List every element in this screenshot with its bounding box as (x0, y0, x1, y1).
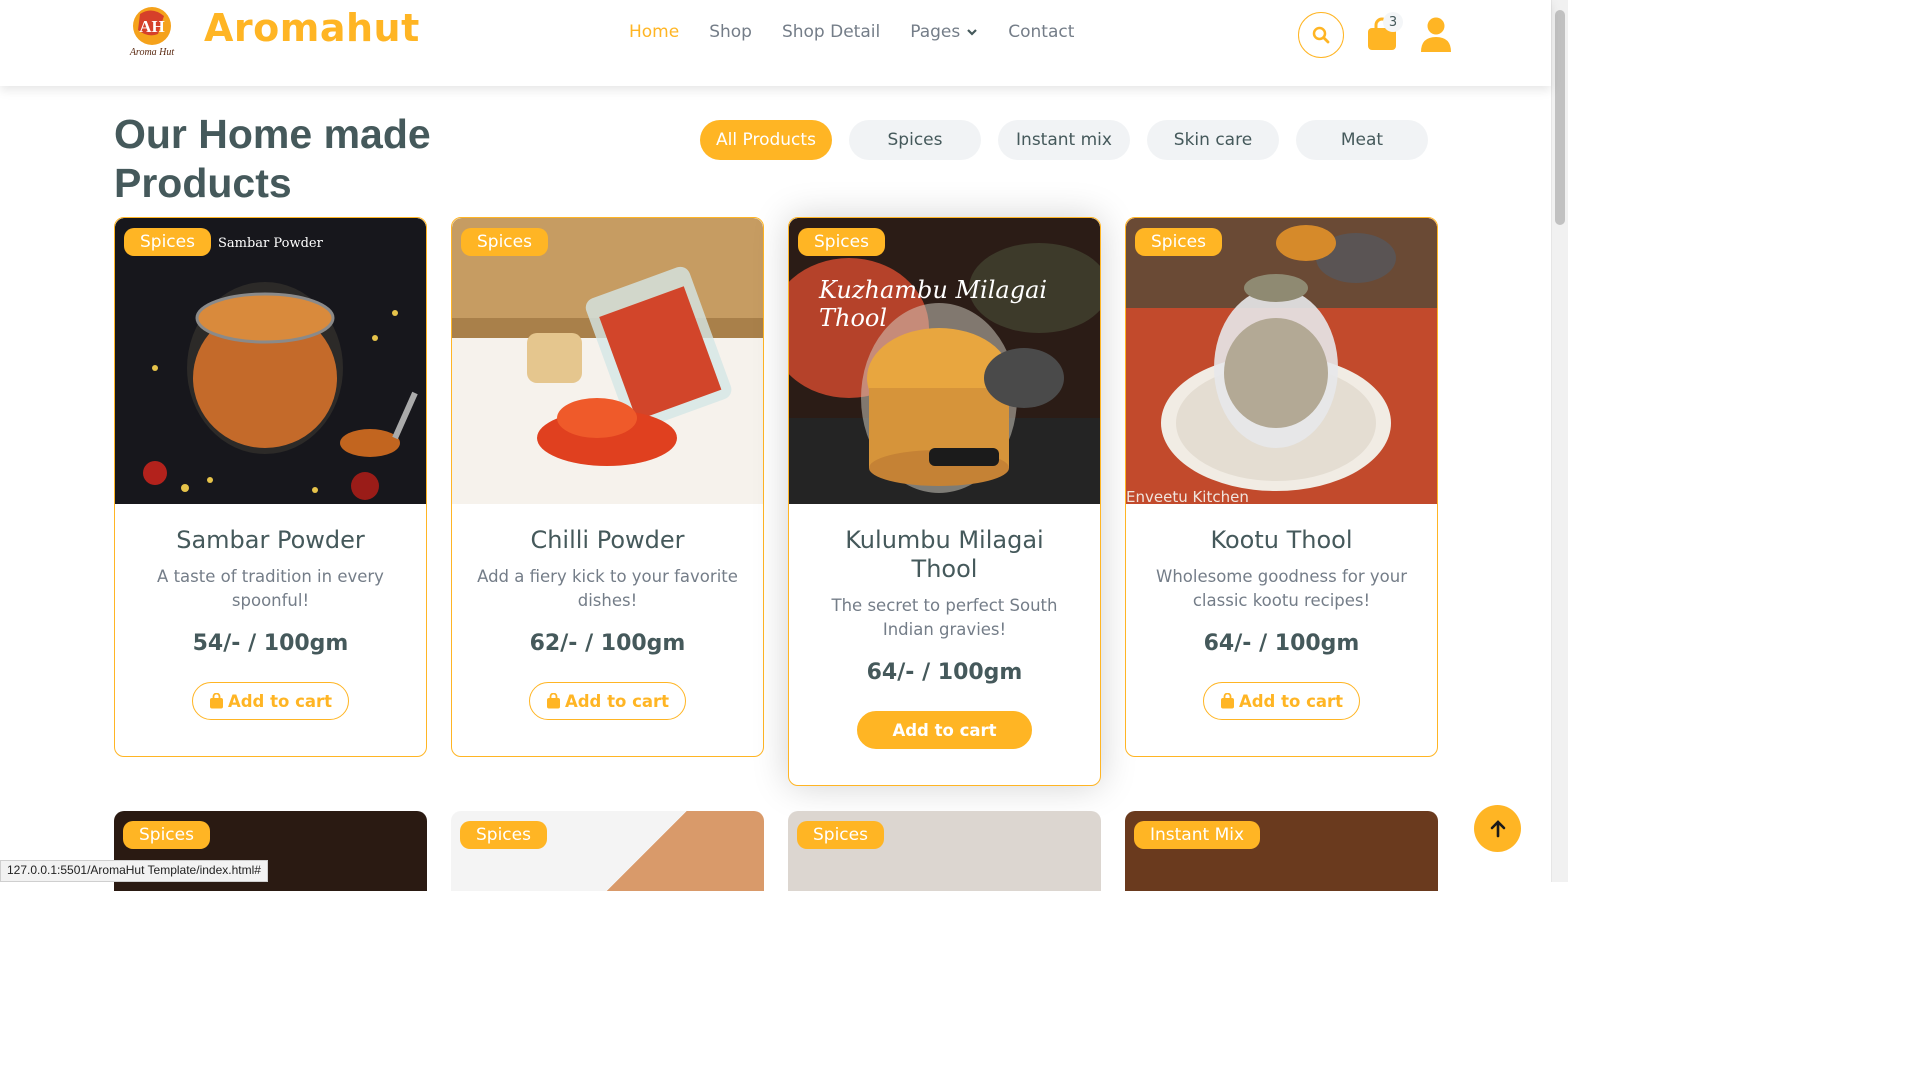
product-description: Wholesome goodness for your classic koot… (1156, 567, 1407, 610)
svg-text:Aroma Hut: Aroma Hut (129, 47, 175, 58)
tab-spices[interactable]: Spices (849, 120, 981, 160)
image-caption: Kuzhambu Milagai Thool (819, 276, 1048, 332)
search-icon (1312, 26, 1330, 44)
brand-name[interactable]: Aromahut (204, 6, 420, 50)
back-to-top-button[interactable] (1474, 805, 1521, 852)
product-card[interactable]: Spices (451, 811, 764, 891)
product-price: 54/- / 100gm (192, 631, 349, 656)
product-card[interactable]: Instant Mix (1125, 811, 1438, 891)
add-to-cart-label: Add to cart (227, 691, 333, 711)
product-card[interactable]: Spices Chilli Powder Add a fiery kick to… (451, 217, 764, 757)
nav-home[interactable]: Home (629, 22, 679, 42)
shopping-bag-icon (546, 693, 560, 709)
product-description: The secret to perfect South Indian gravi… (831, 596, 1058, 639)
nav-shop-detail[interactable]: Shop Detail (782, 22, 880, 42)
image-caption: Sambar Powder (218, 236, 323, 251)
add-to-cart-label: Add to cart (1238, 691, 1344, 711)
category-badge: Instant Mix (1134, 821, 1261, 849)
nav-contact-label: Contact (1008, 22, 1075, 42)
tab-instant-mix[interactable]: Instant mix (998, 120, 1130, 160)
product-card[interactable]: Spices (788, 811, 1101, 891)
nav-home-label: Home (629, 22, 680, 42)
product-price: 62/- / 100gm (529, 631, 686, 656)
chilli-powder-jar-image (452, 218, 763, 504)
product-image: Spices Sambar Powder (115, 218, 426, 504)
add-to-cart-button[interactable]: Add to cart (528, 682, 687, 720)
kulumbu-milagai-thool-jar-image (789, 218, 1100, 504)
category-badge: Spices (123, 821, 210, 849)
product-price: 64/- / 100gm (866, 660, 1023, 685)
category-badge: Spices (798, 228, 885, 256)
product-description: Add a fiery kick to your favorite dishes… (477, 567, 738, 610)
add-to-cart-label: Add to cart (564, 691, 670, 711)
product-card[interactable]: Spices Kuzhambu Milagai Thool Kulumbu Mi… (788, 217, 1101, 786)
nav-pages[interactable]: Pages (910, 22, 978, 42)
product-filter-tabs: All Products Spices Instant mix Skin car… (700, 120, 1428, 160)
product-name: Kootu Thool (1210, 526, 1353, 554)
arrow-up-icon (1490, 819, 1505, 837)
aromahut-logo[interactable]: AH Aroma Hut (118, 4, 182, 58)
category-badge: Spices (124, 228, 211, 256)
nav-pages-label: Pages (910, 22, 961, 42)
product-card-body: Chilli Powder Add a fiery kick to your f… (452, 504, 763, 720)
category-badge: Spices (460, 821, 547, 849)
chevron-down-icon (967, 29, 978, 36)
product-description: A taste of tradition in every spoonful! (157, 567, 384, 610)
product-card-body: Sambar Powder A taste of tradition in ev… (115, 504, 426, 720)
main-nav: Home Shop Shop Detail Pages Contact (629, 22, 1104, 42)
nav-shop-label: Shop (709, 22, 752, 42)
search-button[interactable] (1298, 12, 1344, 58)
nav-contact[interactable]: Contact (1008, 22, 1074, 42)
category-badge: Spices (461, 228, 548, 256)
browser-status-url: 127.0.0.1:5501/AromaHut Template/index.h… (0, 860, 268, 882)
kootu-thool-jar-image (1126, 218, 1437, 504)
category-badge: Spices (1135, 228, 1222, 256)
navbar: AH Aroma Hut Aromahut Home Shop Shop Det… (0, 0, 1551, 86)
add-to-cart-button[interactable]: Add to cart (857, 711, 1032, 749)
shopping-bag-icon (209, 693, 223, 709)
product-card-body: Kulumbu Milagai Thool The secret to perf… (789, 504, 1100, 749)
page-scrollbar[interactable] (1551, 0, 1568, 882)
product-name: Kulumbu Milagai Thool (845, 526, 1044, 583)
sambar-powder-jar-image (115, 218, 426, 504)
product-card-body: Kootu Thool Wholesome goodness for your … (1126, 504, 1437, 720)
product-card[interactable]: Spices Enveetu Kitchen Kootu Thool Whole… (1125, 217, 1438, 757)
product-name: Chilli Powder (530, 526, 685, 554)
section-title: Our Home made Products (114, 111, 431, 206)
product-name: Sambar Powder (176, 526, 365, 554)
add-to-cart-button[interactable]: Add to cart (191, 682, 350, 720)
shopping-bag-icon (1220, 693, 1234, 709)
tab-meat[interactable]: Meat (1296, 120, 1428, 160)
product-price: 64/- / 100gm (1203, 631, 1360, 656)
add-to-cart-button[interactable]: Add to cart (1202, 682, 1361, 720)
nav-shop[interactable]: Shop (709, 22, 752, 42)
nav-shop-detail-label: Shop Detail (781, 22, 881, 42)
add-to-cart-label: Add to cart (892, 720, 997, 740)
product-image: Spices (452, 218, 763, 504)
scrollbar-thumb[interactable] (1555, 10, 1565, 225)
category-badge: Spices (797, 821, 884, 849)
svg-text:AH: AH (139, 17, 165, 36)
product-card[interactable]: Spices Sambar Powder Sambar Powder A tas… (114, 217, 427, 757)
product-image: Spices Kuzhambu Milagai Thool (789, 218, 1100, 504)
user-icon[interactable] (1420, 16, 1452, 52)
tab-skin-care[interactable]: Skin care (1147, 120, 1279, 160)
cart-count-badge: 3 (1383, 12, 1403, 32)
image-caption: Enveetu Kitchen (1126, 488, 1249, 504)
tab-all-products[interactable]: All Products (700, 120, 832, 160)
product-image: Spices Enveetu Kitchen (1126, 218, 1437, 504)
